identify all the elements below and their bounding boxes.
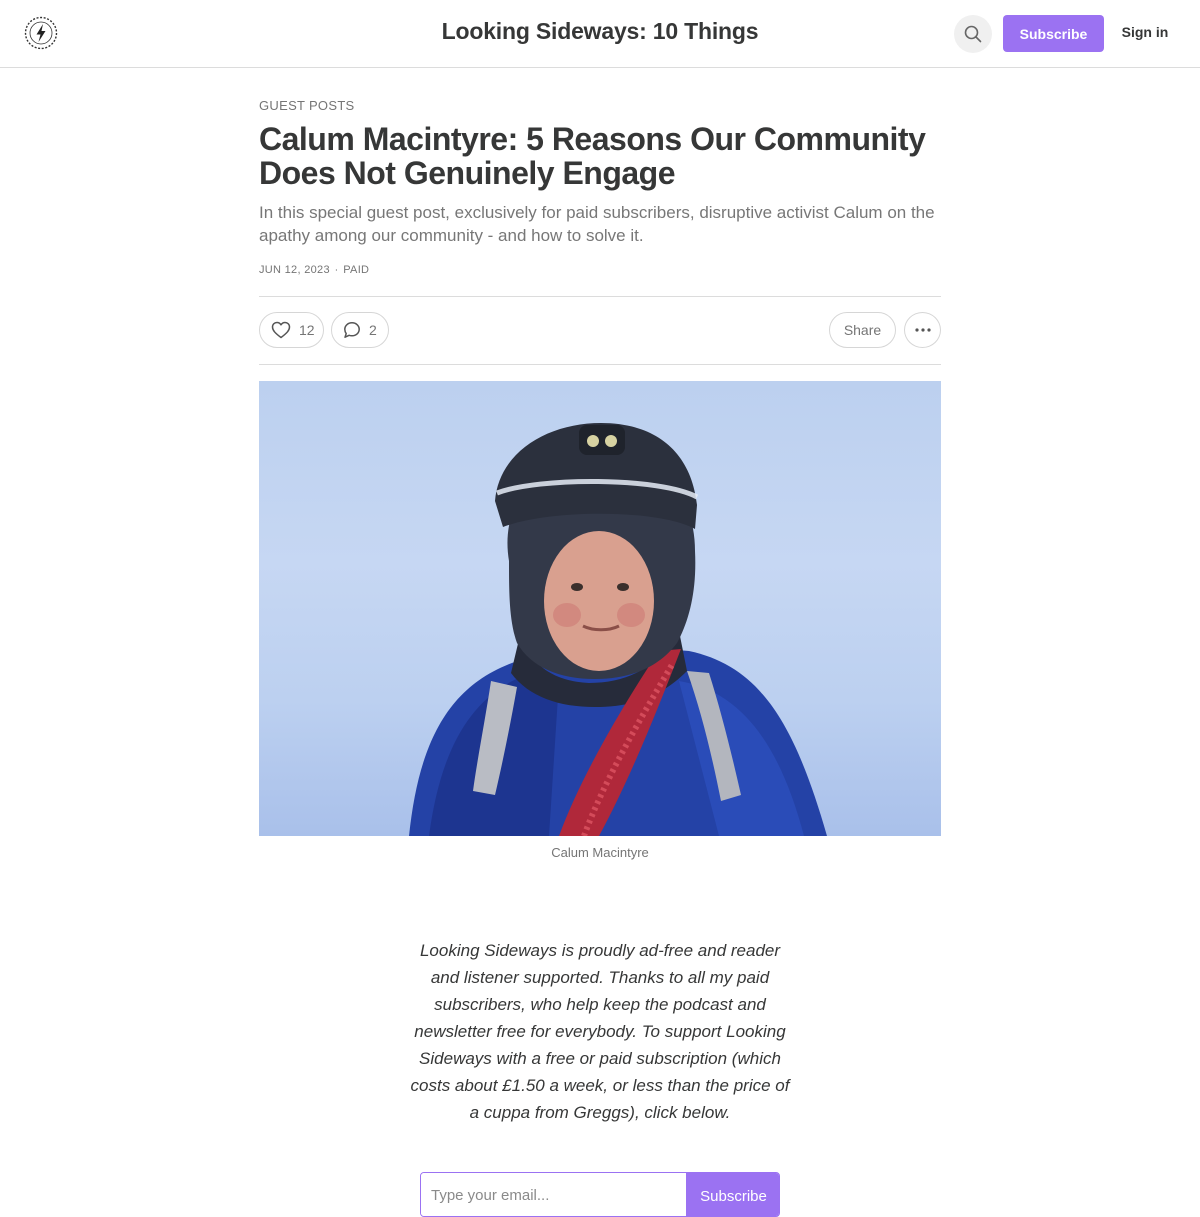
like-count: 12 <box>299 322 315 338</box>
comment-count: 2 <box>369 322 377 338</box>
like-button[interactable]: 12 <box>259 312 324 348</box>
header-subscribe-button[interactable]: Subscribe <box>1003 15 1104 52</box>
search-icon <box>964 25 982 43</box>
post-meta: JUN 12, 2023 ∙ PAID <box>259 264 369 276</box>
divider-top <box>259 296 941 297</box>
email-subscribe-button[interactable]: Subscribe <box>686 1173 779 1216</box>
hero-image[interactable] <box>259 381 941 836</box>
top-navigation-bar: Looking Sideways: 10 Things Subscribe Si… <box>0 0 1200 68</box>
image-caption: Calum Macintyre <box>551 845 649 860</box>
ellipsis-icon <box>914 328 931 332</box>
sign-in-link[interactable]: Sign in <box>1116 24 1174 40</box>
audience-badge: PAID <box>343 264 370 276</box>
share-button[interactable]: Share <box>829 312 896 348</box>
post-date: JUN 12, 2023 <box>259 264 330 276</box>
comments-button[interactable]: 2 <box>331 312 389 348</box>
post-title: Calum Macintyre: 5 Reasons Our Community… <box>259 121 926 191</box>
search-button[interactable] <box>954 15 992 53</box>
comment-bubble-icon <box>343 321 361 339</box>
meta-separator: ∙ <box>334 264 339 276</box>
email-subscribe-form: Subscribe <box>420 1172 780 1217</box>
heart-icon <box>271 321 291 339</box>
section-label[interactable]: GUEST POSTS <box>259 98 355 113</box>
support-message: Looking Sideways is proudly ad-free and … <box>410 941 790 1122</box>
divider-bottom <box>259 364 941 365</box>
post-subtitle: In this special guest post, exclusively … <box>259 203 935 245</box>
email-input[interactable] <box>421 1173 687 1216</box>
more-options-button[interactable] <box>904 312 941 348</box>
